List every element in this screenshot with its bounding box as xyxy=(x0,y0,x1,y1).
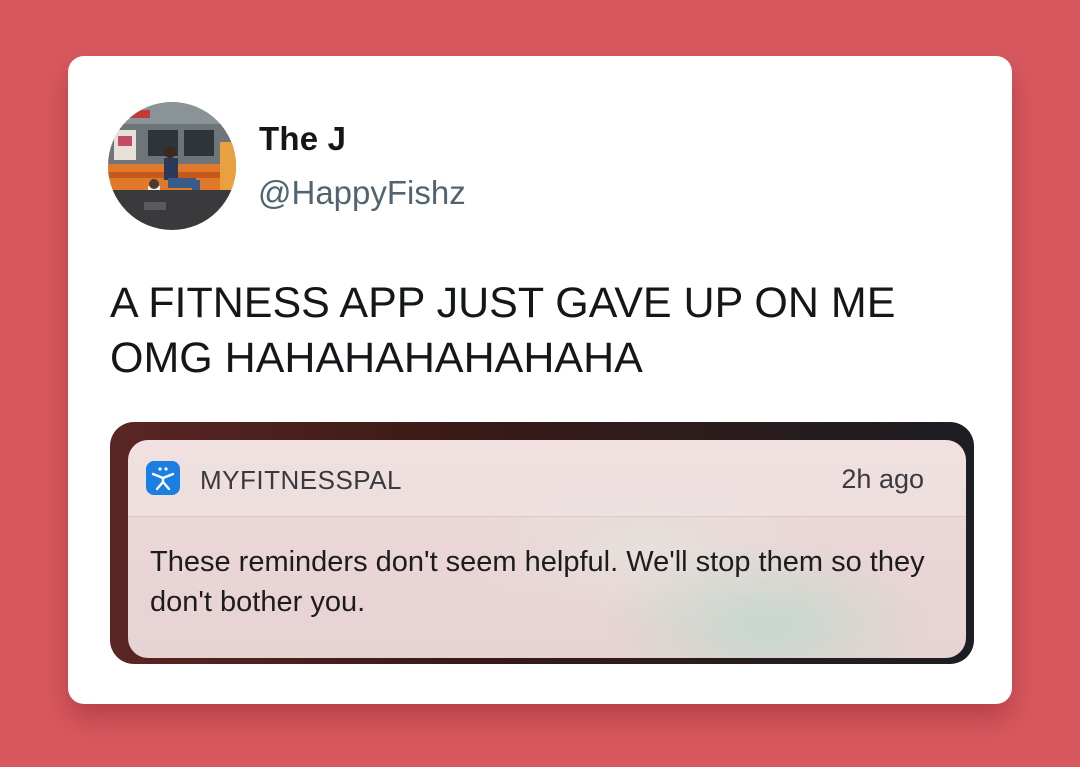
notification-body: These reminders don't seem helpful. We'l… xyxy=(150,546,925,618)
tweet-text: A FITNESS APP JUST GAVE UP ON ME OMG HAH… xyxy=(110,279,896,382)
notification-card: MYFITNESSPAL 2h ago These reminders don'… xyxy=(128,440,966,658)
user-handle[interactable]: @HappyFishz xyxy=(258,174,466,212)
avatar-photo-icon xyxy=(108,102,236,230)
user-avatar[interactable] xyxy=(108,102,236,230)
display-name[interactable]: The J xyxy=(259,120,346,158)
tweet-card: The J @HappyFishz A FITNESS APP JUST GAV… xyxy=(68,56,1012,704)
notification-app-name: MYFITNESSPAL xyxy=(200,465,403,495)
embedded-screenshot[interactable]: MYFITNESSPAL 2h ago These reminders don'… xyxy=(110,422,974,664)
notification-time: 2h ago xyxy=(841,464,924,494)
notification-header: MYFITNESSPAL 2h ago xyxy=(128,440,966,517)
myfitnesspal-icon xyxy=(146,461,180,495)
